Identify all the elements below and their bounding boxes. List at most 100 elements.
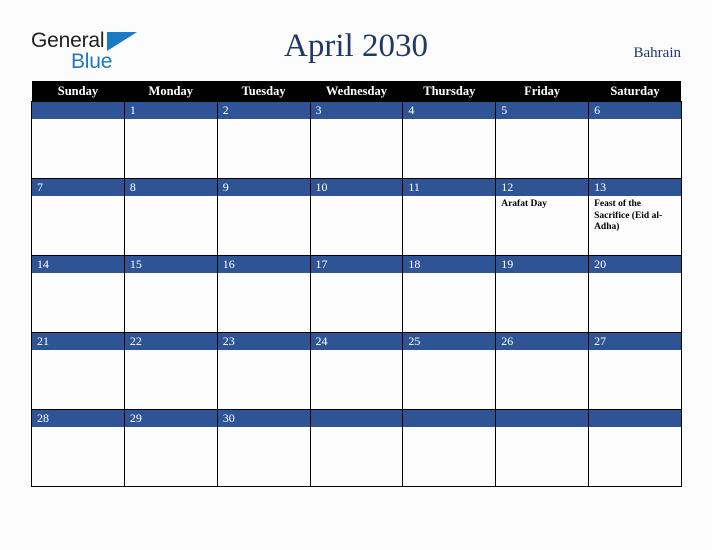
day-events [125, 119, 217, 122]
calendar-week-row: 123456 [31, 101, 682, 179]
day-number: 15 [124, 256, 217, 273]
calendar-day-cell[interactable]: 19 [495, 255, 590, 333]
day-events [125, 273, 217, 276]
day-cell-inner: 10 [310, 179, 403, 255]
day-cell-inner: 23 [217, 333, 310, 409]
day-events [218, 119, 310, 122]
calendar-day-cell[interactable]: 14 [31, 255, 125, 333]
calendar-table: Sunday Monday Tuesday Wednesday Thursday… [31, 81, 682, 487]
day-cell-inner: 2 [217, 102, 310, 178]
blue-triangle-icon [107, 32, 137, 51]
calendar-day-cell[interactable]: 30 [216, 409, 311, 487]
day-number: 8 [124, 179, 217, 196]
weekday-header-wednesday: Wednesday [310, 81, 403, 102]
day-cell-inner: 30 [217, 410, 310, 486]
calendar-day-cell[interactable]: 9 [216, 178, 311, 256]
day-events [496, 119, 588, 122]
calendar-day-cell[interactable]: 17 [309, 255, 404, 333]
calendar-day-cell[interactable]: 6 [588, 101, 682, 179]
calendar-day-cell[interactable] [588, 409, 682, 487]
calendar-day-cell[interactable]: 25 [402, 332, 497, 410]
day-cell-inner: 3 [310, 102, 403, 178]
calendar-day-cell[interactable]: 10 [309, 178, 404, 256]
calendar-day-cell[interactable] [402, 409, 497, 487]
weekday-header-saturday: Saturday [588, 81, 682, 102]
day-events [589, 119, 681, 122]
day-number: 7 [32, 179, 124, 196]
day-events [496, 273, 588, 276]
day-number: 30 [217, 410, 310, 427]
calendar-day-cell[interactable]: 5 [495, 101, 590, 179]
calendar-day-cell[interactable]: 12 Arafat Day [495, 178, 590, 256]
calendar-day-cell[interactable] [495, 409, 590, 487]
day-events [589, 350, 681, 353]
day-cell-inner: 4 [403, 102, 496, 178]
day-number: 3 [310, 102, 403, 119]
day-events: Arafat Day [496, 196, 588, 211]
calendar-day-cell[interactable]: 24 [309, 332, 404, 410]
day-events [311, 273, 403, 276]
calendar-day-cell[interactable]: 21 [31, 332, 125, 410]
day-number: 13 [589, 179, 681, 196]
weekday-header-friday: Friday [495, 81, 589, 102]
day-events [589, 273, 681, 276]
calendar-day-cell[interactable] [31, 101, 125, 179]
holiday-event: Arafat Day [501, 199, 547, 209]
weekday-header-monday: Monday [124, 81, 218, 102]
day-cell-inner: 25 [403, 333, 496, 409]
calendar-container: Sunday Monday Tuesday Wednesday Thursday… [31, 81, 682, 487]
day-number: 5 [496, 102, 589, 119]
day-number [32, 102, 124, 119]
day-events [218, 196, 310, 199]
day-cell-inner: 8 [124, 179, 217, 255]
calendar-week-row: 28 29 30 [31, 409, 682, 487]
day-cell-inner [589, 410, 681, 486]
day-number: 6 [589, 102, 681, 119]
day-events [125, 350, 217, 353]
day-events [403, 350, 495, 353]
calendar-day-cell[interactable]: 26 [495, 332, 590, 410]
general-blue-logo[interactable]: General Blue [31, 30, 161, 76]
day-cell-inner: 22 [124, 333, 217, 409]
day-events [32, 273, 124, 276]
day-events [218, 350, 310, 353]
calendar-day-cell[interactable]: 15 [123, 255, 218, 333]
page-header: General Blue April 2030 Bahrain [0, 0, 712, 81]
day-number: 20 [589, 256, 681, 273]
calendar-day-cell[interactable] [309, 409, 404, 487]
day-events: Feast of the Sacrifice (Eid al-Adha) [589, 196, 681, 234]
day-cell-inner: 18 [403, 256, 496, 332]
calendar-day-cell[interactable]: 27 [588, 332, 682, 410]
day-cell-inner: 7 [32, 179, 124, 255]
day-events [311, 427, 403, 430]
day-cell-inner: 19 [496, 256, 589, 332]
calendar-day-cell[interactable]: 3 [309, 101, 404, 179]
calendar-day-cell[interactable]: 28 [31, 409, 125, 487]
day-events [218, 273, 310, 276]
day-events [403, 196, 495, 199]
calendar-day-cell[interactable]: 29 [123, 409, 218, 487]
day-number [403, 410, 496, 427]
calendar-day-cell[interactable]: 8 [123, 178, 218, 256]
day-number: 10 [310, 179, 403, 196]
calendar-day-cell[interactable]: 22 [123, 332, 218, 410]
calendar-day-cell[interactable]: 1 [123, 101, 218, 179]
weekday-header-thursday: Thursday [402, 81, 496, 102]
calendar-day-cell[interactable]: 20 [588, 255, 682, 333]
calendar-day-cell[interactable]: 18 [402, 255, 497, 333]
calendar-day-cell[interactable]: 23 [216, 332, 311, 410]
day-number: 18 [403, 256, 496, 273]
calendar-day-cell[interactable]: 7 [31, 178, 125, 256]
calendar-day-cell[interactable]: 2 [216, 101, 311, 179]
calendar-day-cell[interactable]: 13 Feast of the Sacrifice (Eid al-Adha) [588, 178, 682, 256]
day-cell-inner: 15 [124, 256, 217, 332]
calendar-day-cell[interactable]: 4 [402, 101, 497, 179]
day-number: 26 [496, 333, 589, 350]
day-events [403, 427, 495, 430]
day-events [496, 427, 588, 430]
day-number: 4 [403, 102, 496, 119]
day-cell-inner: 28 [32, 410, 124, 486]
calendar-day-cell[interactable]: 11 [402, 178, 497, 256]
day-events [32, 350, 124, 353]
calendar-day-cell[interactable]: 16 [216, 255, 311, 333]
